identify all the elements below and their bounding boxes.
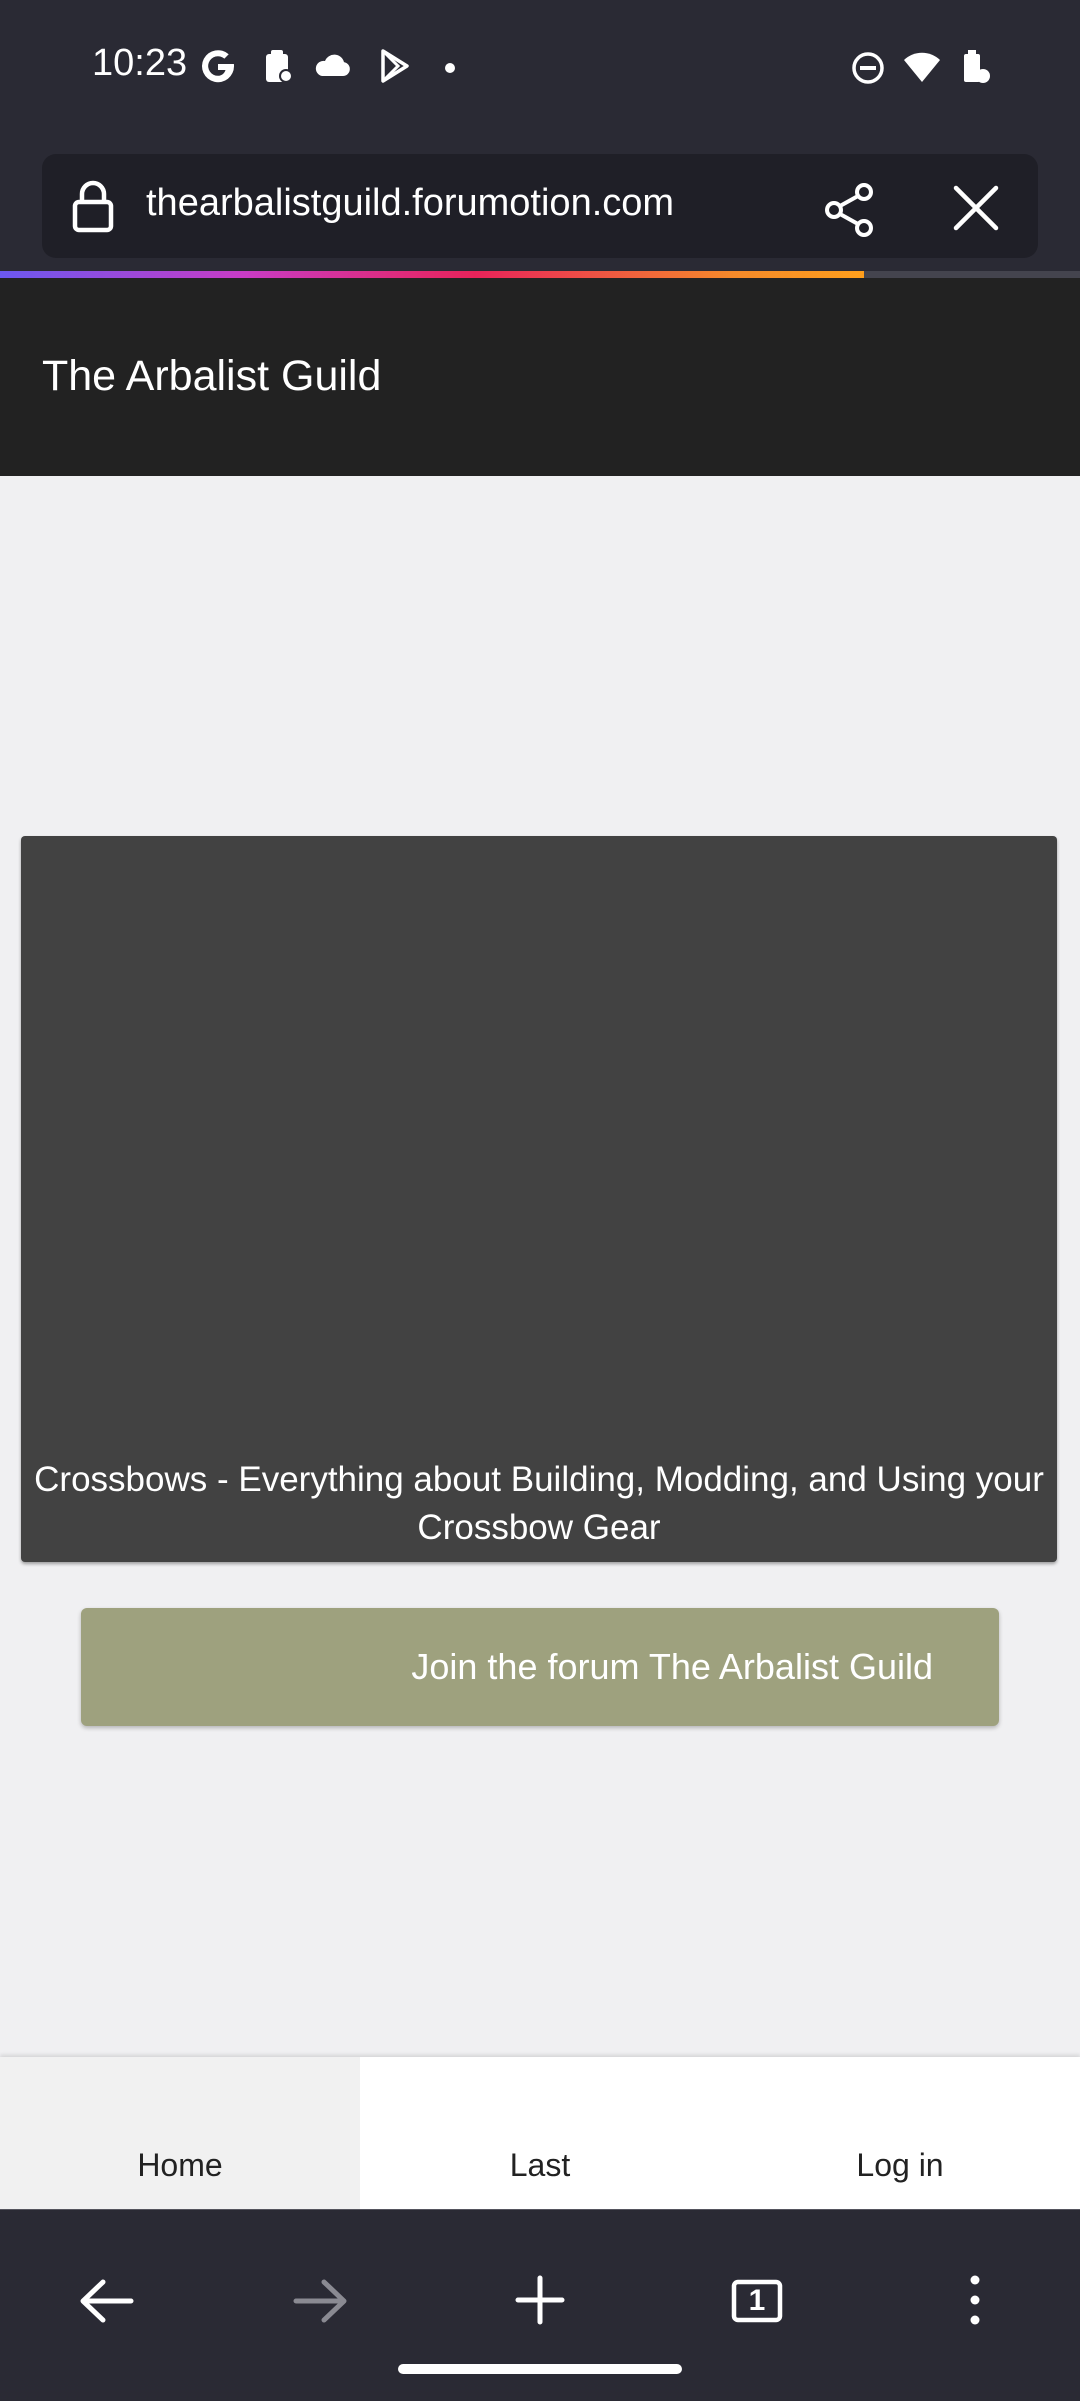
page-load-progress-fill bbox=[0, 271, 864, 278]
lock-icon[interactable] bbox=[70, 178, 116, 234]
new-tab-plus-icon[interactable] bbox=[490, 2250, 590, 2350]
share-icon[interactable] bbox=[820, 180, 880, 240]
forum-banner: Crossbows - Everything about Building, M… bbox=[21, 836, 1057, 1562]
forum-description: Crossbows - Everything about Building, M… bbox=[34, 1460, 1044, 1547]
forum-title[interactable]: The Arbalist Guild bbox=[42, 352, 381, 401]
status-time: 10:23 bbox=[92, 42, 188, 84]
do-not-disturb-icon bbox=[852, 52, 884, 84]
play-store-icon bbox=[381, 49, 409, 83]
forward-arrow-icon[interactable] bbox=[272, 2250, 372, 2350]
close-icon[interactable] bbox=[948, 180, 1004, 236]
nav-tab-login-label: Log in bbox=[856, 2147, 944, 2183]
nav-tab-login[interactable]: Log in bbox=[720, 2057, 1080, 2209]
google-icon bbox=[202, 50, 235, 83]
nav-tab-last[interactable]: Last bbox=[360, 2057, 720, 2209]
clipboard-icon bbox=[266, 50, 293, 83]
join-forum-button-label: Join the forum The Arbalist Guild bbox=[411, 1646, 933, 1687]
wifi-icon bbox=[904, 52, 940, 82]
url-text[interactable]: thearbalistguild.forumotion.com bbox=[146, 182, 674, 225]
home-indicator[interactable] bbox=[398, 2364, 682, 2374]
cloud-icon bbox=[315, 54, 350, 76]
more-options-icon[interactable] bbox=[925, 2250, 1025, 2350]
tab-switcher-button[interactable]: 1 bbox=[707, 2250, 807, 2350]
battery-icon bbox=[964, 50, 990, 83]
nav-tab-last-label: Last bbox=[509, 2147, 571, 2183]
join-forum-button[interactable]: Join the forum The Arbalist Guild bbox=[81, 1608, 999, 1726]
forum-bottom-nav: Home Last Log in bbox=[0, 2057, 1080, 2209]
tab-count: 1 bbox=[748, 2284, 766, 2317]
dot-icon bbox=[445, 63, 455, 73]
nav-tab-home-label: Home bbox=[137, 2147, 223, 2183]
back-arrow-icon[interactable] bbox=[55, 2250, 155, 2350]
nav-tab-home[interactable]: Home bbox=[0, 2057, 360, 2209]
page-load-progress-bar bbox=[0, 271, 1080, 278]
